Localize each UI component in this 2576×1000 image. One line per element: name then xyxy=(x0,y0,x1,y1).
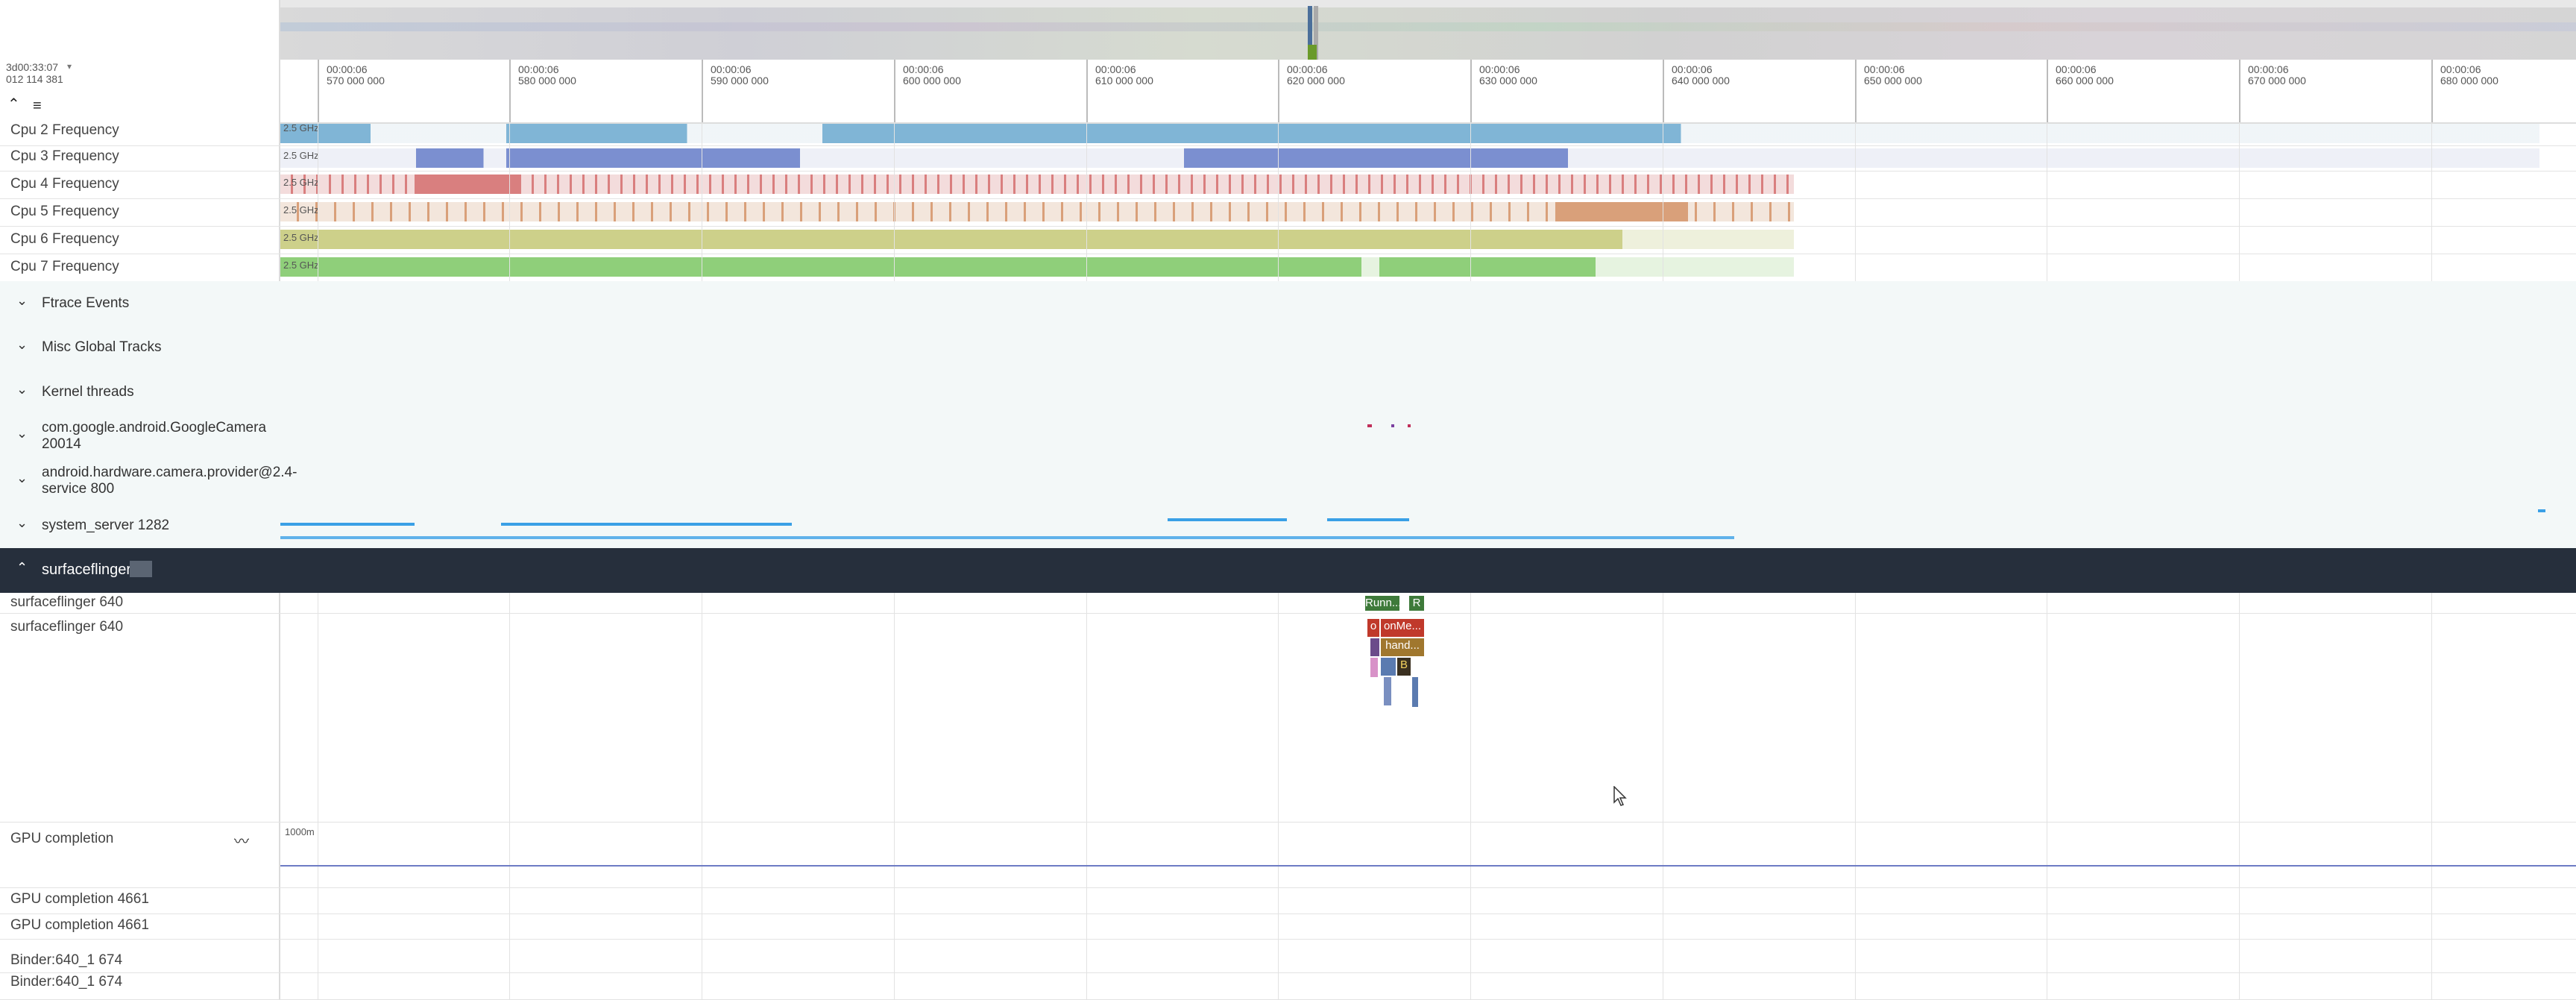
menu-icon[interactable]: ≡ xyxy=(33,98,42,113)
group-system-server[interactable]: ⌄ system_server 1282 xyxy=(0,503,2576,549)
group-kernel-threads[interactable]: ⌄ Kernel threads xyxy=(0,370,2576,415)
tick-label: 630 000 000 xyxy=(1479,75,1537,87)
freq-scale: 2.5 GHz xyxy=(283,204,319,216)
track-title: GPU completion xyxy=(10,831,114,846)
timeline-overview[interactable] xyxy=(280,0,2576,60)
timestamp-line1: 3d00:33:07 xyxy=(6,61,59,73)
track-title: Cpu 3 Frequency xyxy=(10,148,119,164)
track-title: GPU completion 4661 xyxy=(10,917,149,933)
counter-track[interactable]: GPU completion 〰 1000m xyxy=(0,822,2576,888)
chevron-down-icon[interactable]: ⌄ xyxy=(16,426,28,441)
group-title: Kernel threads xyxy=(42,384,134,400)
tick-label: 00:00:06 xyxy=(518,63,559,75)
timestamp-dropdown-icon[interactable]: ▾ xyxy=(67,61,72,72)
counter-scale: 1000m xyxy=(285,826,315,837)
chevron-down-icon[interactable]: ⌄ xyxy=(16,382,28,397)
mouse-cursor-icon xyxy=(1613,786,1627,806)
runnable-slice[interactable]: R xyxy=(1409,596,1424,611)
freq-scale: 2.5 GHz xyxy=(283,150,319,161)
tick-label: 00:00:06 xyxy=(2056,63,2097,75)
collapse-all-icon[interactable]: ⌃ xyxy=(7,97,20,112)
pid-badge xyxy=(130,561,152,577)
cpu-freq-track[interactable]: Cpu 2 Frequency 2.5 GHz xyxy=(0,122,2576,146)
track-title: Cpu 6 Frequency xyxy=(10,231,119,247)
running-slice[interactable]: Runn... xyxy=(1365,596,1399,611)
thread-slices-track[interactable]: surfaceflinger 640 o onMe... hand... B xyxy=(0,613,2576,823)
cursor-timestamp: 3d00:33:07 012 114 381 xyxy=(6,61,63,85)
surfaceflinger-title: surfaceflinger xyxy=(42,562,132,578)
tick-label: 00:00:06 xyxy=(1672,63,1713,75)
group-title: com.google.android.GoogleCamera 20014 xyxy=(42,420,267,452)
tick-label: 00:00:06 xyxy=(1479,63,1520,75)
track-title: Cpu 5 Frequency xyxy=(10,204,119,219)
tick-label: 680 000 000 xyxy=(2440,75,2498,87)
group-camera-provider[interactable]: ⌄ android.hardware.camera.provider@2.4-s… xyxy=(0,459,2576,504)
track-title: Cpu 4 Frequency xyxy=(10,176,119,192)
tick-label: 00:00:06 xyxy=(903,63,944,75)
tick-label: 610 000 000 xyxy=(1095,75,1153,87)
cpu-freq-track[interactable]: Cpu 5 Frequency 2.5 GHz xyxy=(0,198,2576,227)
slice-track[interactable]: Binder:640_1 674 xyxy=(0,939,2576,973)
top-left-panel: 3d00:33:07 012 114 381 ▾ ⌃ ≡ xyxy=(0,0,279,122)
tick-label: 00:00:06 xyxy=(1287,63,1328,75)
track-title: GPU completion 4661 xyxy=(10,891,149,907)
track-title: Cpu 2 Frequency xyxy=(10,122,119,138)
tick-label: 00:00:06 xyxy=(1864,63,1905,75)
tick-label: 00:00:06 xyxy=(327,63,368,75)
slice[interactable]: o xyxy=(1367,619,1379,637)
chart-line-icon[interactable]: 〰 xyxy=(234,829,249,851)
slice[interactable]: B xyxy=(1397,658,1411,676)
track-title: Binder:640_1 674 xyxy=(10,974,123,990)
tick-label: 620 000 000 xyxy=(1287,75,1345,87)
chevron-down-icon[interactable]: ⌄ xyxy=(16,471,28,486)
cpu-freq-track[interactable]: Cpu 6 Frequency 2.5 GHz xyxy=(0,226,2576,254)
tick-label: 640 000 000 xyxy=(1672,75,1730,87)
cpu-freq-track[interactable]: Cpu 4 Frequency 2.5 GHz xyxy=(0,171,2576,199)
slice-track[interactable]: GPU completion 4661 xyxy=(0,887,2576,914)
freq-scale: 2.5 GHz xyxy=(283,232,319,243)
group-misc-global-tracks[interactable]: ⌄ Misc Global Tracks xyxy=(0,325,2576,371)
track-title: surfaceflinger 640 xyxy=(10,619,124,635)
slice-track[interactable]: Binder:640_1 674 xyxy=(0,972,2576,1000)
surfaceflinger-group-header[interactable]: ⌃ surfaceflinger xyxy=(0,548,2576,593)
track-title: Cpu 7 Frequency xyxy=(10,259,119,274)
track-title: Binder:640_1 674 xyxy=(10,952,123,968)
timestamp-line2: 012 114 381 xyxy=(6,73,63,85)
slice[interactable]: hand... xyxy=(1381,638,1424,656)
freq-scale: 2.5 GHz xyxy=(283,122,319,133)
group-ftrace-events[interactable]: ⌄ Ftrace Events xyxy=(0,281,2576,326)
tick-label: 00:00:06 xyxy=(1095,63,1136,75)
chevron-up-icon[interactable]: ⌃ xyxy=(16,560,28,576)
tick-label: 00:00:06 xyxy=(2248,63,2289,75)
group-title: Ftrace Events xyxy=(42,295,130,311)
tick-label: 650 000 000 xyxy=(1864,75,1922,87)
cpu-freq-track[interactable]: Cpu 7 Frequency 2.5 GHz xyxy=(0,254,2576,282)
freq-scale: 2.5 GHz xyxy=(283,177,319,188)
tick-label: 00:00:06 xyxy=(711,63,752,75)
thread-state-track[interactable]: surfaceflinger 640 Runn... R xyxy=(0,593,2576,614)
track-title: surfaceflinger 640 xyxy=(10,594,124,610)
chevron-down-icon[interactable]: ⌄ xyxy=(16,337,28,353)
freq-scale: 2.5 GHz xyxy=(283,260,319,271)
group-google-camera[interactable]: ⌄ com.google.android.GoogleCamera 20014 xyxy=(0,414,2576,459)
tick-label: 660 000 000 xyxy=(2056,75,2114,87)
cpu-freq-track[interactable]: Cpu 3 Frequency 2.5 GHz xyxy=(0,145,2576,172)
chevron-down-icon[interactable]: ⌄ xyxy=(16,293,28,309)
group-title: Misc Global Tracks xyxy=(42,339,162,355)
tick-label: 600 000 000 xyxy=(903,75,961,87)
slice-track[interactable]: GPU completion 4661 xyxy=(0,913,2576,940)
tick-label: 670 000 000 xyxy=(2248,75,2306,87)
tick-label: 580 000 000 xyxy=(518,75,576,87)
time-axis[interactable]: 00:00:06 570 000 000 00:00:06 580 000 000 … xyxy=(280,60,2576,124)
slice[interactable]: onMe... xyxy=(1381,619,1424,637)
tick-label: 590 000 000 xyxy=(711,75,769,87)
chevron-down-icon[interactable]: ⌄ xyxy=(16,515,28,531)
group-title: android.hardware.camera.provider@2.4-ser… xyxy=(42,465,297,497)
group-title: system_server 1282 xyxy=(42,518,170,533)
tick-label: 00:00:06 xyxy=(2440,63,2481,75)
tick-label: 570 000 000 xyxy=(327,75,385,87)
